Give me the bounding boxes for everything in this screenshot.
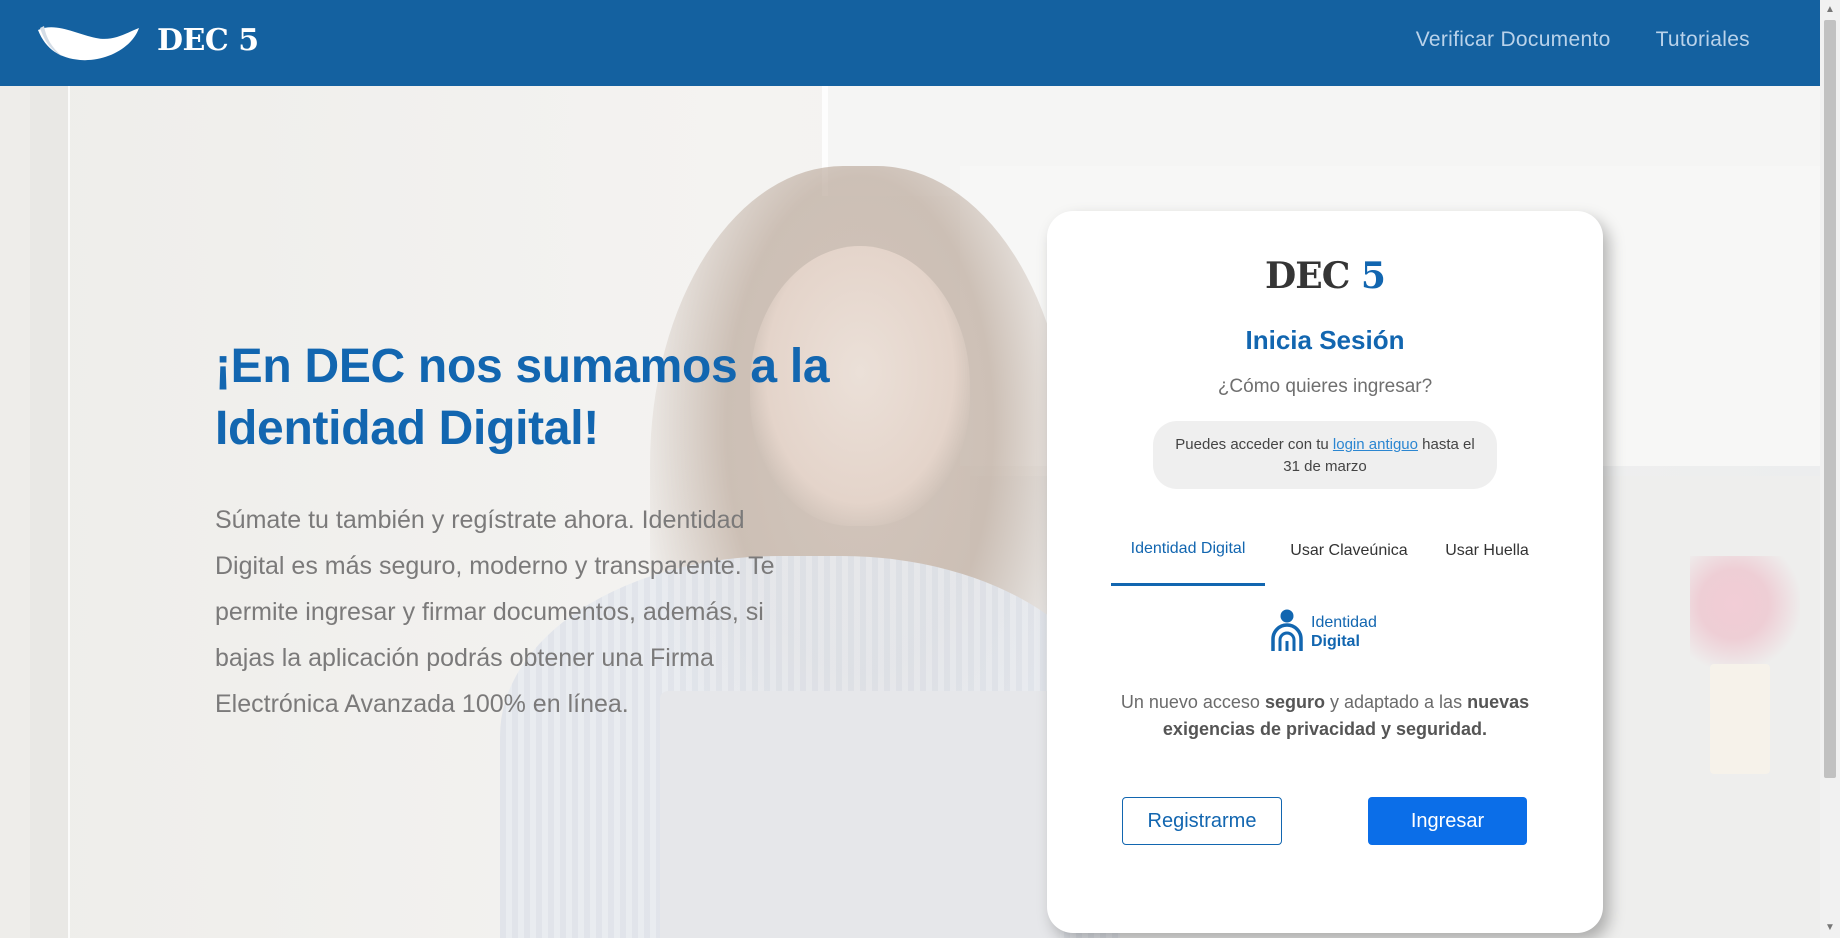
- old-login-link[interactable]: login antiguo: [1333, 436, 1418, 453]
- bg-window-left: [30, 86, 70, 938]
- login-description: Un nuevo acceso seguro y adaptado a las …: [1107, 689, 1543, 743]
- tab-identidad-digital[interactable]: Identidad Digital: [1111, 516, 1265, 586]
- bg-laptop: [660, 691, 1060, 938]
- bg-flower-pot: [1710, 664, 1770, 774]
- top-navbar: DEC 5 Verificar Documento Tutoriales: [0, 0, 1820, 86]
- scroll-down-arrow-icon[interactable]: ▼: [1824, 922, 1836, 934]
- login-title: Inicia Sesión: [1245, 325, 1405, 355]
- old-login-notice: Puedes acceder con tu login antiguo hast…: [1153, 421, 1497, 489]
- id-logo-line2: Digital: [1311, 633, 1360, 650]
- login-card: DEC 5 Inicia Sesión ¿Cómo quieres ingres…: [1047, 211, 1603, 933]
- identidad-digital-logo: Identidad Digital: [1271, 609, 1391, 659]
- register-button[interactable]: Registrarme: [1122, 797, 1282, 845]
- hero-lead-text: Súmate tu también y regístrate ahora. Id…: [215, 506, 775, 718]
- scrollbar-thumb[interactable]: [1824, 20, 1836, 778]
- tab-claveunica[interactable]: Usar Claveúnica: [1265, 516, 1433, 586]
- desc-bold-1: seguro: [1264, 692, 1325, 712]
- desc-part-2: y adaptado a las: [1324, 692, 1468, 712]
- card-brand-five: 5: [1360, 255, 1386, 297]
- notice-text-before: Puedes acceder con tu: [1175, 436, 1333, 453]
- identity-person-fingerprint-icon: [1271, 609, 1303, 651]
- login-subtitle: ¿Cómo quieres ingresar?: [1217, 376, 1433, 397]
- page-scrollbar[interactable]: ▲ ▼: [1820, 0, 1840, 938]
- tab-huella[interactable]: Usar Huella: [1433, 516, 1541, 586]
- hero-headline: ¡En DEC nos sumamos a la Identidad Digit…: [215, 340, 830, 455]
- desc-part-1: Un nuevo acceso: [1120, 692, 1265, 712]
- identidad-digital-label: Identidad Digital: [1311, 613, 1377, 651]
- login-button[interactable]: Ingresar: [1368, 797, 1527, 845]
- id-logo-line1: Identidad: [1311, 614, 1377, 631]
- nav-verificar-documento[interactable]: Verificar Documento: [1416, 28, 1611, 52]
- login-method-tabs: Identidad Digital Usar Claveúnica Usar H…: [1111, 516, 1541, 586]
- brand-title[interactable]: DEC 5: [157, 23, 259, 58]
- card-brand: DEC 5: [1047, 255, 1603, 297]
- dec-logo-icon[interactable]: [36, 22, 140, 66]
- nav-tutoriales[interactable]: Tutoriales: [1656, 28, 1750, 52]
- bg-flowers: [1690, 556, 1800, 676]
- main-nav: Verificar Documento Tutoriales: [1416, 28, 1750, 52]
- card-brand-dec: DEC: [1265, 255, 1350, 297]
- scroll-up-arrow-icon[interactable]: ▲: [1824, 4, 1836, 16]
